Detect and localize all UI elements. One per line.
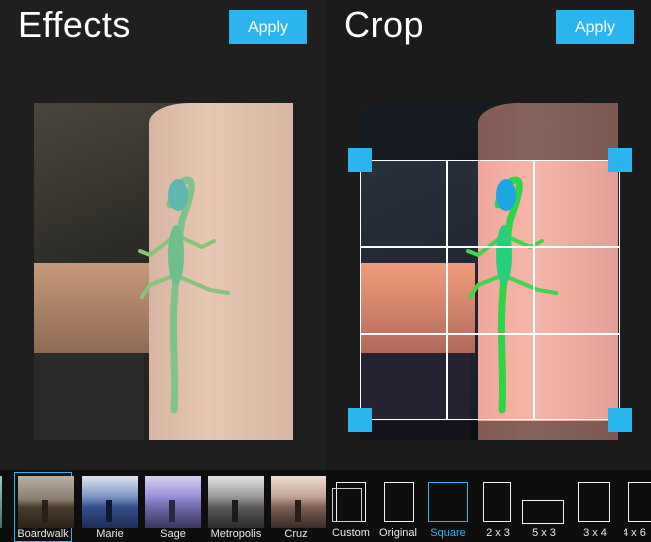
crop-grid-line	[446, 160, 448, 420]
crop-handle-bottom-left[interactable]	[348, 408, 372, 432]
crop-label-5x3: 5 x 3	[532, 527, 556, 539]
crop-label-square: Square	[430, 527, 466, 539]
crop-grid-line	[360, 246, 620, 248]
custom-crop-icon-inner	[332, 488, 362, 522]
filter-strip: Boardwalk Marie Sage Metropolis Cruz	[0, 470, 327, 542]
filter-thumb-marie[interactable]	[82, 476, 138, 528]
filter-thumb-cruz[interactable]	[271, 476, 327, 528]
square-crop-icon	[428, 482, 468, 522]
crop-grid-line	[360, 333, 620, 335]
5x3-crop-icon	[522, 500, 564, 524]
filter-thumb-sage[interactable]	[145, 476, 201, 528]
3x4-crop-icon	[578, 482, 610, 522]
crop-label-4x6: 4 x 6	[624, 527, 646, 539]
crop-box[interactable]	[360, 160, 620, 420]
filter-thumb-partial[interactable]	[0, 476, 2, 528]
crop-grid-line	[533, 160, 535, 420]
effects-apply-button[interactable]: Apply	[229, 10, 307, 44]
crop-label-custom: Custom	[332, 527, 370, 539]
effects-title: Effects	[18, 4, 131, 45]
crop-apply-button[interactable]: Apply	[556, 10, 634, 44]
crop-options-strip: Custom Original Square 2 x 3 5 x 3 3 x 4…	[326, 470, 651, 542]
effects-panel: Effects Apply Boardwalk Marie Sage Metro…	[0, 0, 327, 542]
original-crop-icon	[384, 482, 414, 522]
crop-handle-top-right[interactable]	[608, 148, 632, 172]
filter-label-cruz: Cruz	[284, 528, 308, 540]
crop-title: Crop	[344, 4, 425, 45]
lizard-image	[138, 176, 230, 414]
filter-thumb-metropolis[interactable]	[208, 476, 264, 528]
filter-label-sage: Sage	[160, 528, 186, 540]
crop-handle-top-left[interactable]	[348, 148, 372, 172]
filter-label-metropolis: Metropolis	[210, 528, 262, 540]
crop-handle-bottom-right[interactable]	[608, 408, 632, 432]
2x3-crop-icon	[483, 482, 511, 522]
crop-label-3x4: 3 x 4	[583, 527, 607, 539]
filter-thumb-boardwalk[interactable]	[18, 476, 74, 528]
crop-panel: Crop Apply Custom Original Square 2 x 3 …	[326, 0, 651, 542]
crop-option-4x6[interactable]: 4 x 6	[624, 470, 651, 542]
crop-label-2x3: 2 x 3	[486, 527, 510, 539]
effects-photo	[34, 103, 293, 440]
4x6-crop-icon	[628, 482, 651, 522]
filter-label-marie: Marie	[96, 528, 124, 540]
filter-label-boardwalk: Boardwalk	[17, 528, 69, 540]
crop-label-original: Original	[379, 527, 417, 539]
